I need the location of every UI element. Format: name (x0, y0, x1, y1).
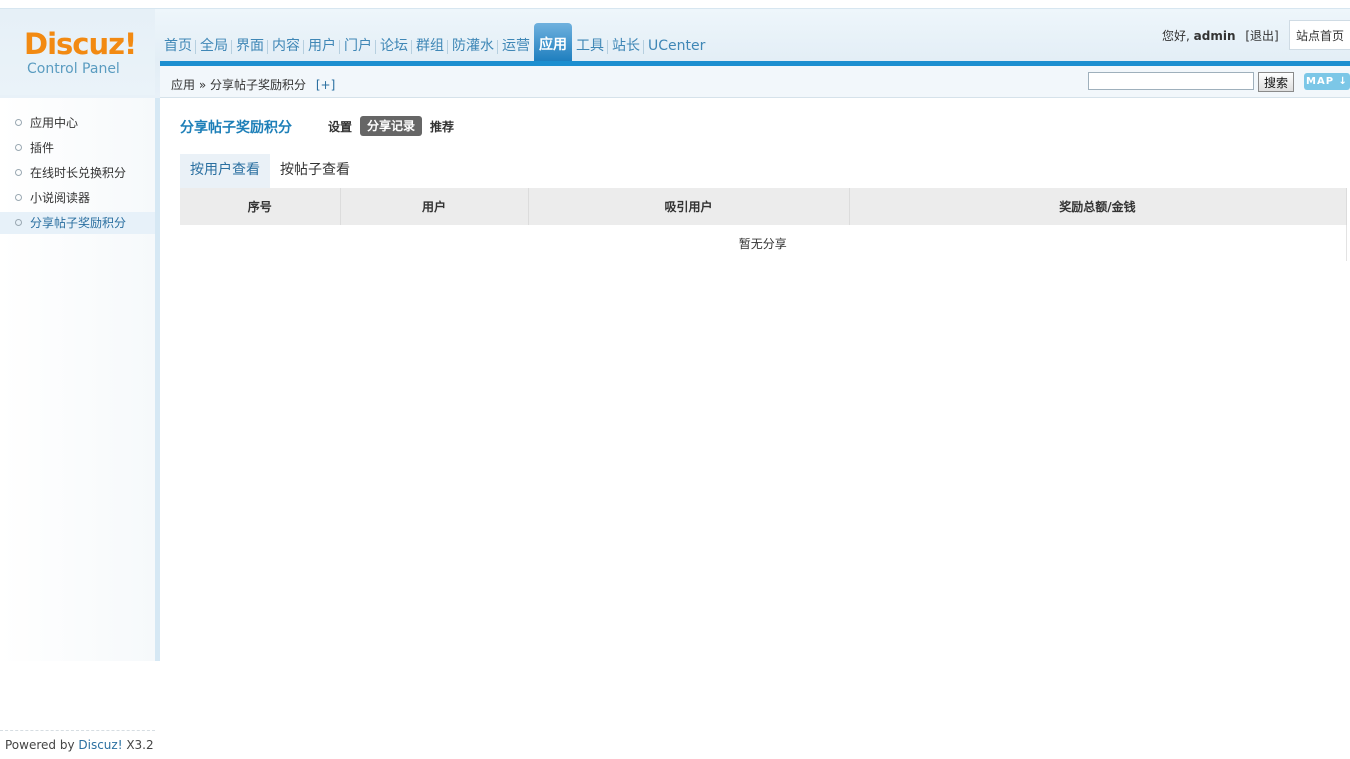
nav-item-founder[interactable]: 站长 (607, 31, 644, 61)
column-header-index: 序号 (180, 188, 341, 225)
bullet-icon (15, 169, 22, 176)
sidebar-item-novel-reader[interactable]: 小说阅读器 (0, 187, 155, 209)
powered-by-prefix: Powered by (5, 738, 79, 752)
powered-by-brand[interactable]: Discuz! (78, 738, 122, 752)
nav-item-portal[interactable]: 门户 (339, 31, 376, 61)
column-header-reward-total: 奖励总额/金钱 (849, 188, 1347, 225)
search-input[interactable] (1088, 72, 1254, 90)
site-home-button[interactable]: 站点首页 (1289, 20, 1350, 50)
nav-item-style[interactable]: 界面 (231, 31, 268, 61)
user-info: 您好, admin [退出] (1162, 27, 1279, 44)
sidebar-item-label: 小说阅读器 (30, 191, 91, 205)
table-header-row: 序号 用户 吸引用户 奖励总额/金钱 (180, 188, 1347, 225)
powered-by: Powered by Discuz! X3.2 (0, 730, 155, 759)
share-records-table: 序号 用户 吸引用户 奖励总额/金钱 暂无分享 (180, 188, 1347, 261)
tab-by-user[interactable]: 按用户查看 (180, 154, 270, 188)
empty-message: 暂无分享 (180, 225, 1347, 261)
breadcrumb: 应用 » 分享帖子奖励积分 [+] (171, 76, 335, 93)
nav-item-antispam[interactable]: 防灌水 (447, 31, 498, 61)
sidebar: 应用中心 插件 在线时长兑换积分 小说阅读器 分享帖子奖励积分 Powered … (0, 98, 155, 752)
sub-tabs: 设置 分享记录 推荐 (325, 116, 462, 136)
nav-item-home[interactable]: 首页 (160, 31, 196, 61)
logo-subtitle: Control Panel (27, 61, 120, 77)
sidebar-item-label: 在线时长兑换积分 (30, 166, 127, 180)
nav-item-content[interactable]: 内容 (267, 31, 304, 61)
search-button[interactable]: 搜索 (1258, 72, 1294, 92)
nav-item-ucenter[interactable]: UCenter (642, 31, 709, 61)
breadcrumb-separator: » (198, 78, 207, 92)
breadcrumb-root[interactable]: 应用 (171, 78, 195, 92)
header-top-line (0, 8, 1350, 9)
column-header-referred-users: 吸引用户 (528, 188, 850, 225)
bullet-icon (15, 194, 22, 201)
sidebar-menu: 应用中心 插件 在线时长兑换积分 小说阅读器 分享帖子奖励积分 (0, 112, 155, 237)
bullet-icon (15, 119, 22, 126)
nav-item-tools[interactable]: 工具 (572, 31, 608, 61)
column-header-user: 用户 (340, 188, 529, 225)
header: Discuz! Control Panel 首页 全局 界面 内容 用户 门户 … (0, 0, 1350, 98)
username: admin (1193, 29, 1236, 43)
breadcrumb-current: 分享帖子奖励积分 (210, 78, 307, 92)
nav-item-forum[interactable]: 论坛 (375, 31, 412, 61)
tab-settings[interactable]: 设置 (325, 118, 355, 135)
sidebar-item-label: 分享帖子奖励积分 (30, 216, 127, 230)
sidebar-item-online-credit[interactable]: 在线时长兑换积分 (0, 162, 155, 184)
table-row: 暂无分享 (180, 225, 1347, 261)
tab-recommend[interactable]: 推荐 (427, 118, 457, 135)
powered-by-version: X3.2 (122, 738, 154, 752)
sidebar-item-label: 插件 (30, 141, 55, 155)
nav-item-group[interactable]: 群组 (411, 31, 448, 61)
add-shortcut-link[interactable]: [+] (316, 78, 335, 92)
bullet-icon (15, 144, 22, 151)
greeting-text: 您好, (1162, 29, 1190, 43)
view-tabs: 按用户查看 按帖子查看 (180, 154, 360, 188)
logo[interactable]: Discuz! Control Panel (0, 9, 155, 95)
nav-item-global[interactable]: 全局 (195, 31, 232, 61)
sub-bar: 应用 » 分享帖子奖励积分 [+] 搜索 MAP ↓ (160, 66, 1350, 98)
tab-share-records[interactable]: 分享记录 (360, 116, 423, 136)
logout-link[interactable]: [退出] (1245, 29, 1278, 43)
sidebar-item-app-center[interactable]: 应用中心 (0, 112, 155, 134)
main-nav: 首页 全局 界面 内容 用户 门户 论坛 群组 防灌水 运营 应用 工具 站长 … (160, 23, 709, 61)
page-title: 分享帖子奖励积分 (180, 120, 292, 136)
sidebar-item-label: 应用中心 (30, 116, 79, 130)
nav-item-operation[interactable]: 运营 (497, 31, 534, 61)
map-button[interactable]: MAP ↓ (1304, 73, 1350, 90)
tab-by-thread[interactable]: 按帖子查看 (270, 154, 360, 188)
bullet-icon (15, 219, 22, 226)
nav-item-user[interactable]: 用户 (303, 31, 340, 61)
logo-brand: Discuz! (24, 27, 137, 61)
nav-item-apps[interactable]: 应用 (534, 23, 572, 61)
main-content: 分享帖子奖励积分 设置 分享记录 推荐 按用户查看 按帖子查看 序号 用户 吸引… (160, 99, 1350, 661)
sidebar-item-plugins[interactable]: 插件 (0, 137, 155, 159)
sidebar-item-share-reward[interactable]: 分享帖子奖励积分 (0, 212, 155, 234)
